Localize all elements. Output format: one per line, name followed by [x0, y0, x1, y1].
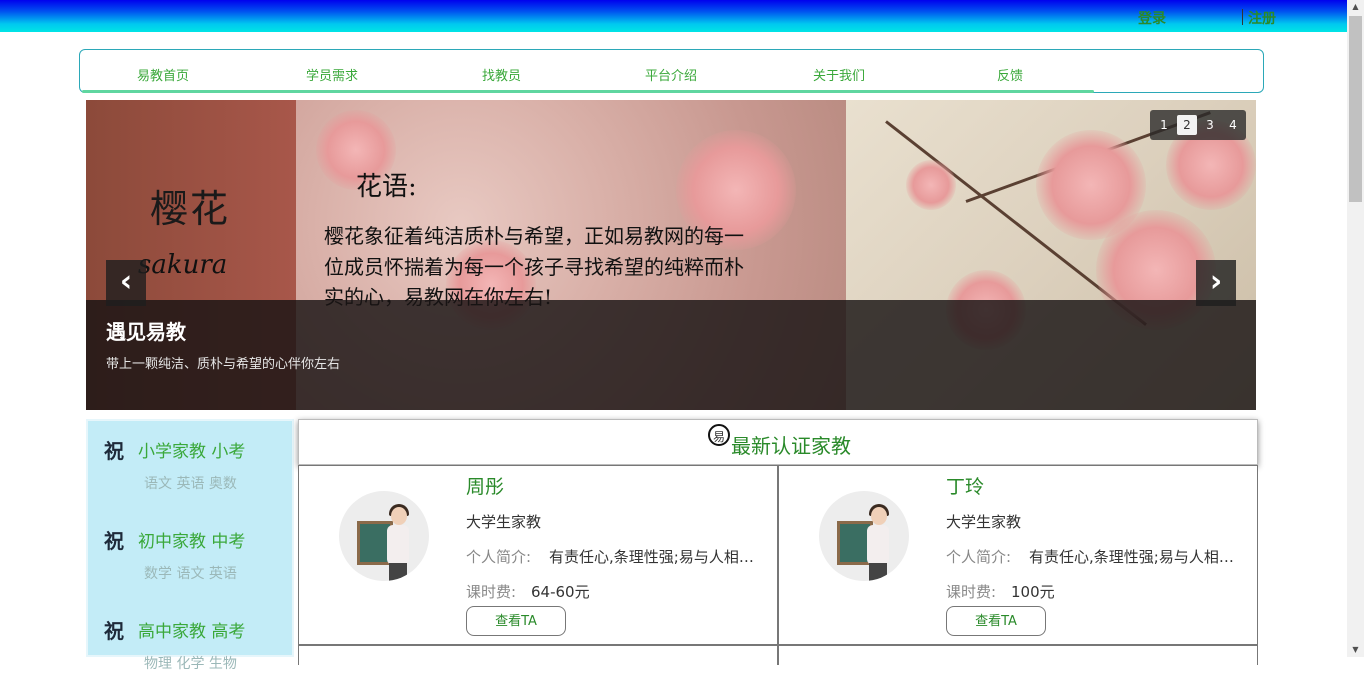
latest-tutors-header: 易 最新认证家教 — [298, 419, 1258, 465]
page-scrollbar[interactable]: ▲ ▼ — [1347, 0, 1364, 657]
tutor-fee-label: 课时费: — [466, 583, 517, 601]
tutor-name[interactable]: 周彤 — [466, 472, 504, 499]
category-senior-subjects[interactable]: 物理 化学 生物 — [144, 653, 237, 673]
carousel-pager: 1 2 3 4 — [1150, 110, 1246, 140]
tutor-avatar — [819, 491, 909, 581]
category-junior-subjects[interactable]: 数学 语文 英语 — [144, 563, 237, 583]
category-sidebar: 祝 小学家教 小考 语文 英语 奥数 祝 初中家教 中考 数学 语文 英语 祝 … — [86, 419, 294, 672]
nav-item-platform-intro[interactable]: 平台介绍 — [645, 65, 697, 84]
scrollbar-thumb[interactable] — [1349, 16, 1362, 202]
register-link[interactable]: 注册 — [1248, 8, 1276, 28]
divider — [1242, 9, 1243, 25]
tutor-card: 周彤 大学生家教 个人简介: 有责任心,条理性强;易与人相处,善于沟通 课时费:… — [298, 465, 778, 645]
slide-art-roman: sakura — [138, 250, 228, 280]
tutor-avatar — [339, 491, 429, 581]
category-primary-subjects[interactable]: 语文 英语 奥数 — [144, 473, 237, 493]
category-icon: 祝 — [104, 529, 124, 553]
top-bar: 登录 注册 — [0, 0, 1347, 32]
tutor-intro: 有责任心,条理性强;易与人相处,善于沟通 — [549, 548, 764, 566]
nav-item-feedback[interactable]: 反馈 — [997, 65, 1023, 84]
slide-poem-heading: 花语: — [356, 172, 417, 202]
latest-tutors-title: 最新认证家教 — [731, 434, 851, 458]
slide-poem-line: 樱花象征着纯洁质朴与希望，正如易教网的每一 — [324, 224, 744, 248]
tutor-fee: 64-60元 — [531, 583, 590, 601]
tutor-name[interactable]: 丁玲 — [946, 472, 984, 499]
category-junior[interactable]: 初中家教 中考 — [138, 527, 245, 552]
view-tutor-button[interactable]: 查看TA — [946, 606, 1046, 636]
tutor-type: 大学生家教 — [946, 513, 1022, 531]
view-tutor-button[interactable]: 查看TA — [466, 606, 566, 636]
slide-art-title: 樱花 — [150, 187, 231, 231]
tutor-intro-label: 个人简介: — [466, 548, 532, 566]
carousel-page-4[interactable]: 4 — [1223, 115, 1243, 135]
slide-caption-title: 遇见易教 — [106, 320, 186, 344]
nav-item-home[interactable]: 易教首页 — [137, 65, 189, 84]
nav-item-about-us[interactable]: 关于我们 — [813, 65, 865, 84]
nav-item-student-needs[interactable]: 学员需求 — [306, 65, 358, 84]
carousel-page-2[interactable]: 2 — [1177, 115, 1197, 135]
nav-active-indicator — [82, 90, 1094, 93]
carousel-page-3[interactable]: 3 — [1200, 115, 1220, 135]
category-icon: 祝 — [104, 439, 124, 463]
slide-poem-line: 位成员怀揣着为每一个孩子寻找希望的纯粹而朴 — [324, 255, 744, 279]
tutor-intro: 有责任心,条理性强;易与人相处,善于沟通 — [1029, 548, 1244, 566]
scroll-up-icon[interactable]: ▲ — [1347, 0, 1364, 14]
main-nav: 易教首页 学员需求 找教员 平台介绍 关于我们 反馈 — [79, 49, 1264, 93]
tutor-card: 丁玲 大学生家教 个人简介: 有责任心,条理性强;易与人相处,善于沟通 课时费:… — [778, 465, 1258, 645]
tutor-card — [778, 645, 1258, 665]
tutor-card — [298, 645, 778, 665]
carousel-next-button[interactable]: › — [1196, 260, 1236, 306]
nav-item-find-tutor[interactable]: 找教员 — [482, 65, 521, 84]
carousel-page-1[interactable]: 1 — [1154, 115, 1174, 135]
site-logo-icon: 易 — [708, 424, 730, 446]
banner-carousel: 樱花 sakura 花语: 樱花象征着纯洁质朴与希望，正如易教网的每一 位成员怀… — [86, 100, 1256, 410]
slide-caption: 遇见易教 带上一颗纯洁、质朴与希望的心伴你左右 — [86, 300, 1256, 410]
slide-caption-subtitle: 带上一颗纯洁、质朴与希望的心伴你左右 — [106, 357, 341, 372]
category-senior[interactable]: 高中家教 高考 — [138, 617, 245, 642]
tutor-type: 大学生家教 — [466, 513, 542, 531]
carousel-prev-button[interactable]: ‹ — [106, 260, 146, 306]
login-link[interactable]: 登录 — [1138, 8, 1166, 28]
tutor-fee: 100元 — [1011, 583, 1055, 601]
tutor-fee-label: 课时费: — [946, 583, 997, 601]
category-primary[interactable]: 小学家教 小考 — [138, 437, 245, 462]
tutor-intro-label: 个人简介: — [946, 548, 1012, 566]
category-icon: 祝 — [104, 619, 124, 643]
scroll-down-icon[interactable]: ▼ — [1347, 643, 1364, 657]
